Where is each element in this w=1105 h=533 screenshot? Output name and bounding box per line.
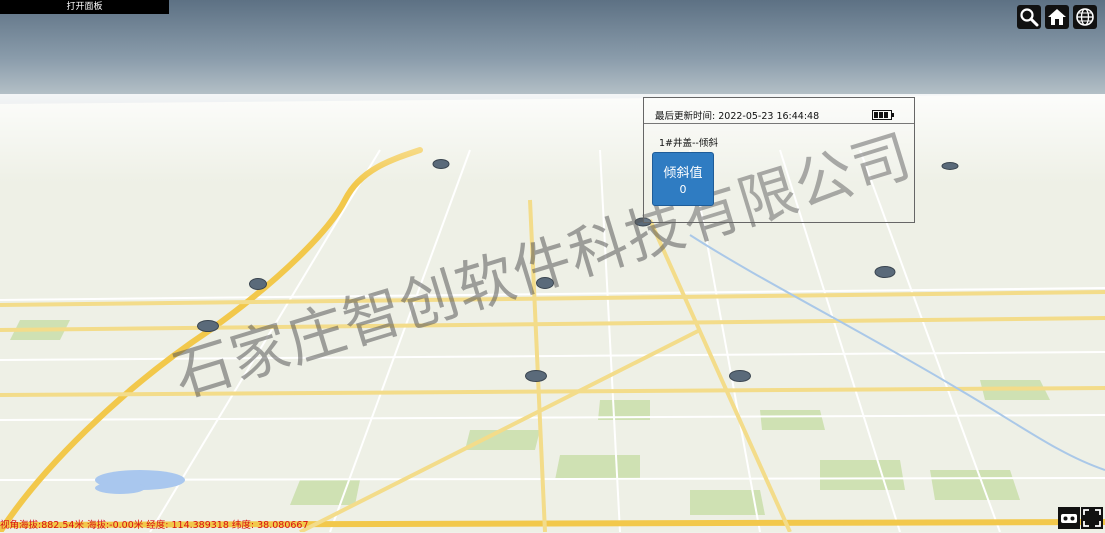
last-update-value: 2022-05-23 16:44:48: [718, 111, 820, 122]
horizon-haze: [0, 94, 1105, 184]
open-panel-button[interactable]: 打开面板: [0, 0, 169, 14]
home-button[interactable]: [1045, 5, 1069, 29]
battery-full-icon: [872, 110, 894, 120]
search-icon: [1020, 8, 1039, 27]
metric-label: 倾斜值: [663, 166, 703, 181]
last-update-label: 最后更新时间:: [655, 111, 716, 122]
device-name: 1#井盖--倾斜: [659, 138, 718, 149]
tilt-metric-card[interactable]: 倾斜值 0: [652, 152, 714, 206]
sensor-marker[interactable]: [249, 278, 267, 290]
sensor-marker[interactable]: [729, 370, 751, 382]
vr-glasses-icon: [1061, 514, 1077, 523]
last-update-time: 最后更新时间: 2022-05-23 16:44:48: [655, 108, 819, 122]
fullscreen-icon: [1083, 509, 1101, 527]
sensor-marker[interactable]: [432, 159, 450, 169]
sensor-marker[interactable]: [525, 370, 547, 382]
sensor-popup: 最后更新时间: 2022-05-23 16:44:48 1#井盖--倾斜 倾斜值…: [643, 97, 915, 223]
popup-header: 最后更新时间: 2022-05-23 16:44:48: [644, 98, 914, 124]
vr-button[interactable]: [1058, 507, 1080, 529]
home-icon: [1048, 9, 1066, 25]
globe-button[interactable]: [1073, 5, 1097, 29]
sensor-marker[interactable]: [874, 266, 896, 278]
sensor-marker[interactable]: [941, 162, 959, 170]
fullscreen-button[interactable]: [1081, 507, 1103, 529]
metric-value: 0: [679, 183, 687, 196]
search-button[interactable]: [1017, 5, 1041, 29]
coordinate-status: 视角海拔:882.54米 海拔:-0.00米 经度: 114.389318 纬度…: [0, 520, 309, 531]
map-scene[interactable]: 石家庄智创软件科技有限公司: [0, 0, 1105, 532]
lake: [95, 482, 145, 494]
globe-icon: [1076, 8, 1094, 26]
